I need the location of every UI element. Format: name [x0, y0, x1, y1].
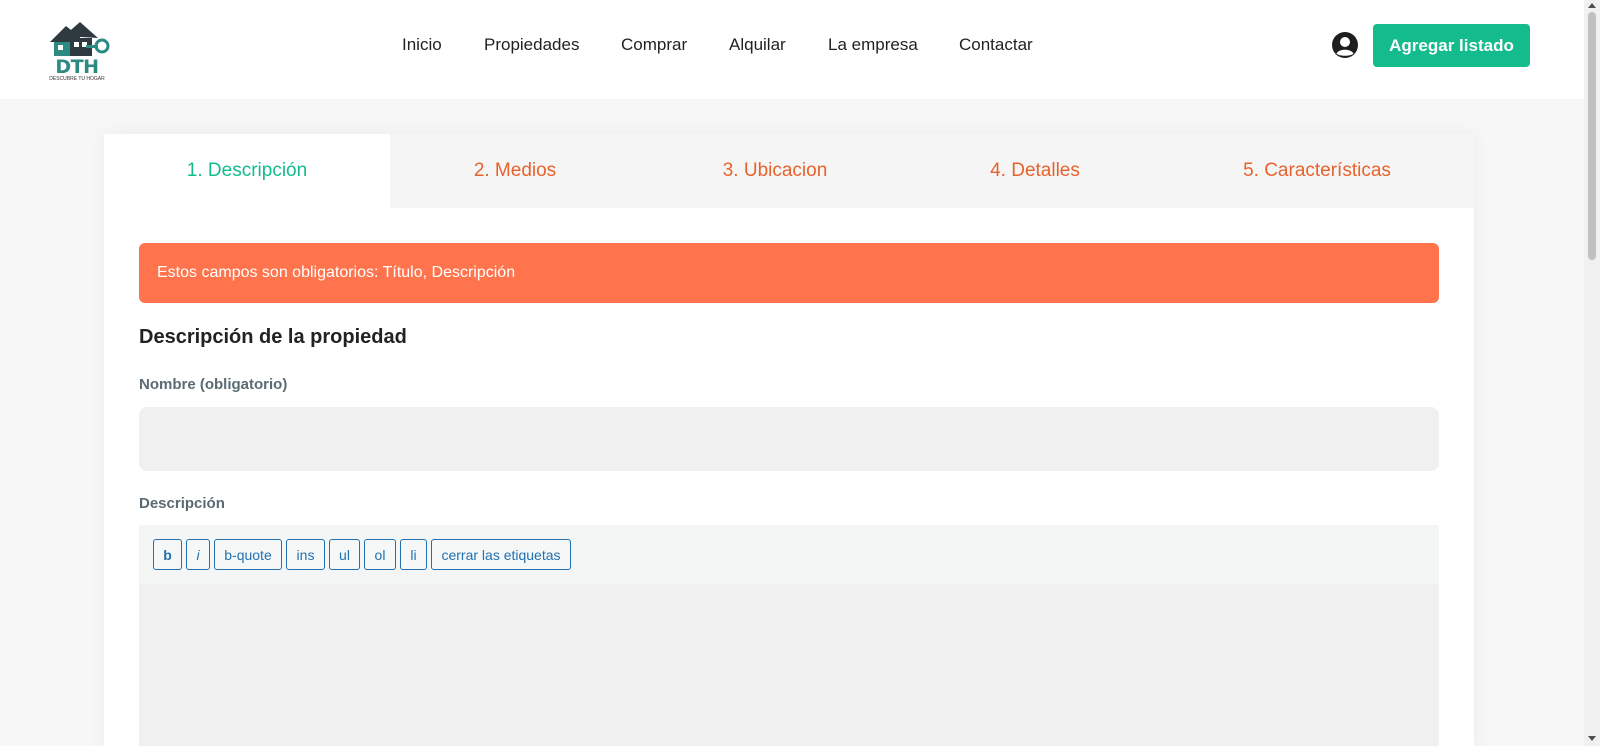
add-listing-button[interactable]: Agregar listado [1373, 24, 1530, 67]
scroll-thumb[interactable] [1588, 12, 1596, 260]
user-circle-icon[interactable] [1331, 31, 1359, 59]
nav-item-alquilar[interactable]: Alquilar [729, 35, 786, 55]
name-input[interactable] [139, 407, 1439, 471]
description-label: Descripción [139, 495, 225, 512]
name-label: Nombre (obligatorio) [139, 376, 288, 393]
logo-text: DTH [55, 56, 99, 78]
bold-button[interactable]: b [153, 539, 182, 570]
description-textarea[interactable] [139, 584, 1439, 746]
house-key-logo-icon [50, 22, 110, 56]
nav-item-la-empresa[interactable]: La empresa [828, 35, 918, 55]
nav-item-contactar[interactable]: Contactar [959, 35, 1033, 55]
li-button[interactable]: li [400, 539, 427, 570]
tab-descripcion[interactable]: 1. Descripción [104, 134, 390, 208]
step-tabs: 1. Descripción 2. Medios 3. Ubicacion 4.… [104, 134, 1474, 208]
site-logo[interactable]: DTH DESCUBRE TU HOGAR [46, 20, 110, 82]
scroll-up-arrow-icon[interactable] [1588, 3, 1596, 8]
editor-toolbar: b i b-quote ins ul ol li cerrar las etiq… [139, 525, 1439, 584]
tab-detalles[interactable]: 4. Detalles [910, 134, 1160, 208]
logo-tagline: DESCUBRE TU HOGAR [49, 76, 105, 82]
italic-button[interactable]: i [186, 539, 210, 570]
nav-item-propiedades[interactable]: Propiedades [484, 35, 579, 55]
tab-caracteristicas[interactable]: 5. Características [1160, 134, 1474, 208]
scroll-down-arrow-icon[interactable] [1588, 736, 1596, 741]
section-title: Descripción de la propiedad [139, 326, 407, 348]
site-header: DTH DESCUBRE TU HOGAR Inicio Propiedades… [0, 0, 1584, 99]
ul-button[interactable]: ul [329, 539, 360, 570]
page-scrollbar[interactable] [1584, 0, 1600, 746]
ins-button[interactable]: ins [286, 539, 325, 570]
tab-medios[interactable]: 2. Medios [390, 134, 640, 208]
nav-item-inicio[interactable]: Inicio [402, 35, 442, 55]
nav-item-comprar[interactable]: Comprar [621, 35, 687, 55]
blockquote-button[interactable]: b-quote [214, 539, 282, 570]
tab-ubicacion[interactable]: 3. Ubicacion [640, 134, 910, 208]
required-fields-alert: Estos campos son obligatorios: Título, D… [139, 243, 1439, 303]
submit-property-card: 1. Descripción 2. Medios 3. Ubicacion 4.… [104, 134, 1474, 746]
ol-button[interactable]: ol [364, 539, 396, 570]
close-tags-button[interactable]: cerrar las etiquetas [431, 539, 571, 570]
